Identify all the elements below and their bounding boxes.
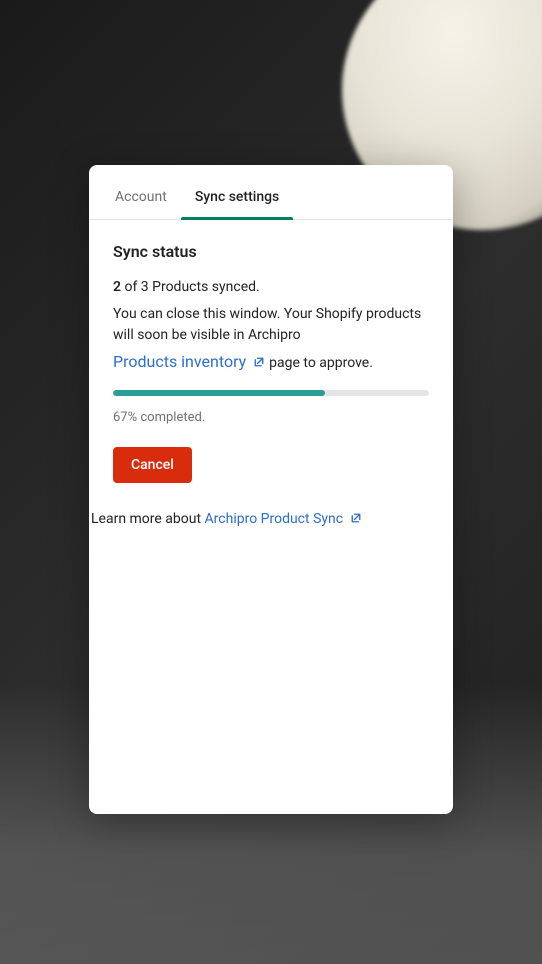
progress-label: 67% completed. <box>113 410 429 425</box>
modal-content: Sync status 2 of 3 Products synced. You … <box>89 220 453 550</box>
learn-more-text: Learn more about Archipro Product Sync <box>91 511 429 528</box>
archipro-product-sync-link[interactable]: Archipro Product Sync <box>205 511 362 527</box>
progress-fill <box>113 390 325 396</box>
products-inventory-link[interactable]: Products inventory <box>113 352 269 371</box>
tab-account[interactable]: Account <box>101 177 181 219</box>
close-window-text: You can close this window. Your Shopify … <box>113 304 429 346</box>
inventory-after-text: page to approve. <box>269 355 373 371</box>
section-title: Sync status <box>113 242 429 261</box>
sync-count-text: 2 of 3 Products synced. <box>113 277 429 298</box>
products-inventory-link-text: Products inventory <box>113 352 246 371</box>
external-link-icon <box>350 512 362 528</box>
sync-modal: Account Sync settings Sync status 2 of 3… <box>89 165 453 814</box>
progress-bar <box>113 390 429 396</box>
archipro-product-sync-link-text: Archipro Product Sync <box>205 511 344 527</box>
tab-bar: Account Sync settings <box>89 165 453 220</box>
external-link-icon <box>253 353 265 372</box>
synced-count: 2 <box>113 279 121 295</box>
learn-more-prefix: Learn more about <box>91 511 205 527</box>
tab-sync-settings[interactable]: Sync settings <box>181 177 293 219</box>
cancel-button[interactable]: Cancel <box>113 447 192 483</box>
inventory-link-line: Products inventory page to approve. <box>113 352 429 372</box>
of-total-text: of 3 Products synced. <box>121 279 260 295</box>
